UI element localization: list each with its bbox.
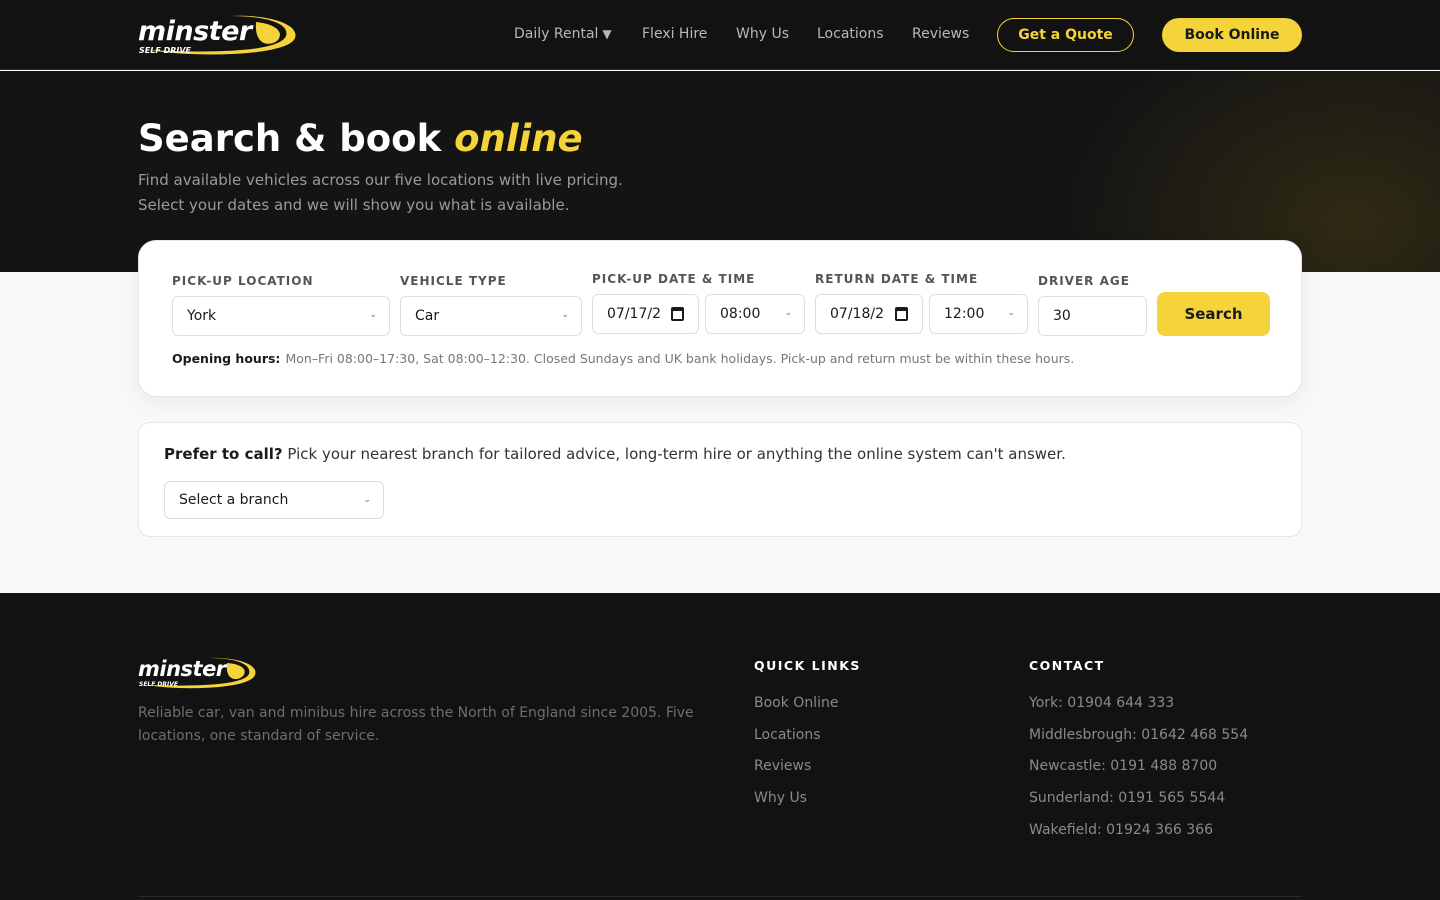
pickup-date-input[interactable]: 07/17/2 xyxy=(592,294,699,334)
calendar-icon[interactable] xyxy=(895,307,908,321)
pickup-location-value: York xyxy=(187,308,217,324)
chevron-down-icon: ⌄ xyxy=(784,308,792,318)
return-time-value: 12:00 xyxy=(944,306,985,322)
page-subtitle: Find available vehicles across our five … xyxy=(138,168,738,218)
logo[interactable]: minster SELF DRIVE xyxy=(138,12,298,58)
search-button[interactable]: Search xyxy=(1157,292,1270,336)
pickup-date-value: 07/17/2 xyxy=(607,306,661,322)
nav-why-us[interactable]: Why Us xyxy=(736,26,789,42)
nav-flexi-hire[interactable]: Flexi Hire xyxy=(642,26,707,42)
call-prompt-lead: Prefer to call? xyxy=(164,445,283,463)
nav-locations[interactable]: Locations xyxy=(817,26,884,42)
driver-age-input[interactable]: 30 xyxy=(1038,296,1147,336)
chevron-down-icon: ⌄ xyxy=(369,310,377,320)
nav-daily-rental-label: Daily Rental xyxy=(514,26,599,42)
contact-middlesbrough[interactable]: Middlesbrough: 01642 468 554 xyxy=(1029,727,1248,743)
footer-link-book-online[interactable]: Book Online xyxy=(754,695,838,711)
site-footer: minster SELF DRIVE Reliable car, van and… xyxy=(0,593,1440,900)
call-prompt-text: Pick your nearest branch for tailored ad… xyxy=(287,445,1066,463)
page-subtitle-line-1: Find available vehicles across our five … xyxy=(138,171,623,189)
branch-select-placeholder: Select a branch xyxy=(179,492,289,508)
vehicle-type-label: VEHICLE TYPE xyxy=(400,274,507,288)
footer-logo-tagline: SELF DRIVE xyxy=(139,681,179,688)
opening-hours: Opening hours: Mon–Fri 08:00–17:30, Sat 0… xyxy=(172,351,1074,366)
page-title-main: Search & book xyxy=(138,117,442,160)
page-title-accent: online xyxy=(454,117,583,160)
pickup-time-value: 08:00 xyxy=(720,306,761,322)
contact-newcastle[interactable]: Newcastle: 0191 488 8700 xyxy=(1029,758,1217,774)
driver-age-value: 30 xyxy=(1053,308,1071,324)
driver-age-label: DRIVER AGE xyxy=(1038,274,1130,288)
return-datetime-label: RETURN DATE & TIME xyxy=(815,272,979,286)
contact-york[interactable]: York: 01904 644 333 xyxy=(1029,695,1174,711)
nav-daily-rental[interactable]: Daily Rental ▼ xyxy=(514,26,612,42)
chevron-down-icon: ▼ xyxy=(602,27,612,41)
footer-link-locations[interactable]: Locations xyxy=(754,727,821,743)
site-header: minster SELF DRIVE Daily Rental ▼ Flexi H… xyxy=(0,0,1440,70)
footer-link-reviews[interactable]: Reviews xyxy=(754,758,811,774)
footer-description: Reliable car, van and minibus hire acros… xyxy=(138,705,694,744)
footer-link-why-us[interactable]: Why Us xyxy=(754,790,807,806)
pickup-time-select[interactable]: 08:00 ⌄ xyxy=(705,294,805,334)
page-subtitle-line-2: Select your dates and we will show you w… xyxy=(138,196,570,214)
pickup-datetime-label: PICK-UP DATE & TIME xyxy=(592,272,756,286)
pickup-location-label: PICK-UP LOCATION xyxy=(172,274,314,288)
opening-hours-label: Opening hours: xyxy=(172,351,281,366)
logo-wordmark: minster xyxy=(138,16,252,47)
return-date-input[interactable]: 07/18/2 xyxy=(815,294,923,334)
call-branch-card: Prefer to call? Pick your nearest branch… xyxy=(138,422,1302,537)
get-a-quote-button[interactable]: Get a Quote xyxy=(997,18,1134,52)
page-title: Search & book online xyxy=(138,117,583,160)
footer-logo[interactable]: minster SELF DRIVE xyxy=(138,655,258,691)
quick-links-heading: QUICK LINKS xyxy=(754,658,861,673)
calendar-icon[interactable] xyxy=(671,307,684,321)
footer-logo-wordmark: minster xyxy=(138,657,226,681)
contact-sunderland[interactable]: Sunderland: 0191 565 5544 xyxy=(1029,790,1225,806)
pickup-location-select[interactable]: York ⌄ xyxy=(172,296,390,336)
book-online-button[interactable]: Book Online xyxy=(1162,18,1302,52)
chevron-down-icon: ⌄ xyxy=(363,495,371,505)
search-form: PICK-UP LOCATION York ⌄ VEHICLE TYPE Car… xyxy=(138,240,1302,397)
return-date-value: 07/18/2 xyxy=(830,306,884,322)
chevron-down-icon: ⌄ xyxy=(1007,308,1015,318)
footer-divider xyxy=(138,896,1302,897)
contact-wakefield[interactable]: Wakefield: 01924 366 366 xyxy=(1029,822,1213,838)
vehicle-type-select[interactable]: Car ⌄ xyxy=(400,296,582,336)
logo-tagline: SELF DRIVE xyxy=(139,46,192,55)
branch-select[interactable]: Select a branch ⌄ xyxy=(164,481,384,519)
vehicle-type-value: Car xyxy=(415,308,440,324)
nav-reviews[interactable]: Reviews xyxy=(912,26,969,42)
call-prompt: Prefer to call? Pick your nearest branch… xyxy=(164,445,1066,463)
opening-hours-text: Mon–Fri 08:00–17:30, Sat 08:00–12:30. Cl… xyxy=(285,351,1075,366)
contact-heading: CONTACT xyxy=(1029,658,1105,673)
return-time-select[interactable]: 12:00 ⌄ xyxy=(929,294,1028,334)
chevron-down-icon: ⌄ xyxy=(561,310,569,320)
